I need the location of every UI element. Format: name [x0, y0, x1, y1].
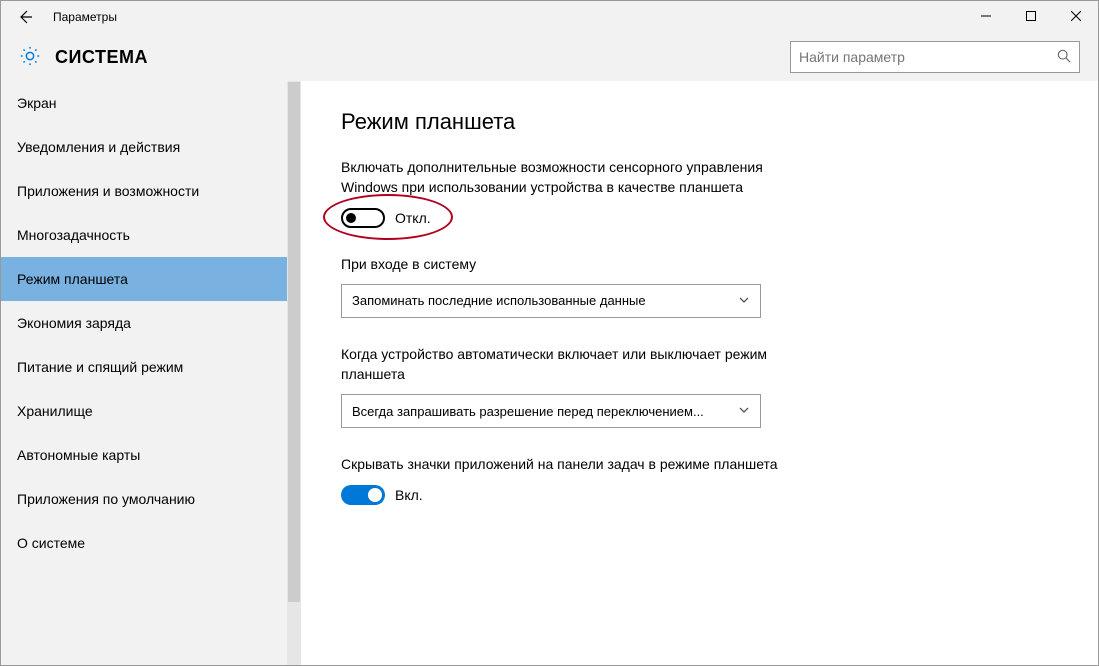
maximize-button[interactable] — [1008, 1, 1053, 31]
toggle-tablet-touch-row: Откл. — [341, 208, 431, 228]
chevron-down-icon — [738, 403, 750, 419]
window-title: Параметры — [53, 10, 117, 24]
close-icon — [1071, 11, 1081, 21]
sidebar-scrollbar[interactable] — [287, 81, 301, 665]
search-icon — [1057, 49, 1071, 66]
close-button[interactable] — [1053, 1, 1098, 31]
search-input[interactable] — [799, 49, 1057, 65]
select-signin-behavior[interactable]: Запоминать последние использованные данн… — [341, 284, 761, 318]
header: СИСТЕМА — [1, 33, 1098, 81]
sidebar-item-storage[interactable]: Хранилище — [1, 389, 301, 433]
toggle-knob — [368, 488, 382, 502]
sidebar-item-apps[interactable]: Приложения и возможности — [1, 169, 301, 213]
sidebar-item-multitasking[interactable]: Многозадачность — [1, 213, 301, 257]
sidebar-item-notifications[interactable]: Уведомления и действия — [1, 125, 301, 169]
setting-signin-label: При входе в систему — [341, 254, 781, 274]
sidebar-item-offline-maps[interactable]: Автономные карты — [1, 433, 301, 477]
sidebar-item-default-apps[interactable]: Приложения по умолчанию — [1, 477, 301, 521]
toggle-tablet-touch-state: Откл. — [395, 210, 431, 226]
header-title: СИСТЕМА — [55, 47, 148, 68]
minimize-icon — [981, 11, 991, 21]
toggle-hide-icons-state: Вкл. — [395, 487, 423, 503]
select-auto-switch[interactable]: Всегда запрашивать разрешение перед пере… — [341, 394, 761, 428]
page-title: Режим планшета — [341, 109, 1058, 135]
gear-icon — [19, 45, 41, 70]
sidebar-item-screen[interactable]: Экран — [1, 81, 301, 125]
minimize-button[interactable] — [963, 1, 1008, 31]
search-box[interactable] — [790, 41, 1080, 73]
toggle-tablet-touch[interactable] — [341, 208, 385, 228]
setting-hide-icons-label: Скрывать значки приложений на панели зад… — [341, 454, 781, 474]
select-signin-value: Запоминать последние использованные данн… — [352, 293, 738, 308]
chevron-down-icon — [738, 293, 750, 309]
sidebar-item-about[interactable]: О системе — [1, 521, 301, 565]
title-bar: Параметры — [1, 1, 1098, 33]
toggle-hide-icons-row: Вкл. — [341, 485, 1058, 505]
toggle-hide-icons[interactable] — [341, 485, 385, 505]
toggle-knob — [346, 213, 356, 223]
maximize-icon — [1026, 11, 1036, 21]
sidebar: Экран Уведомления и действия Приложения … — [1, 81, 301, 665]
sidebar-item-tablet-mode[interactable]: Режим планшета — [1, 257, 301, 301]
setting-tablet-touch-label: Включать дополнительные возможности сенс… — [341, 157, 781, 198]
setting-auto-switch-label: Когда устройство автоматически включает … — [341, 344, 781, 385]
content-area: Режим планшета Включать дополнительные в… — [301, 81, 1098, 665]
sidebar-scrollbar-thumb[interactable] — [288, 82, 300, 602]
back-button[interactable] — [1, 1, 49, 33]
sidebar-item-battery[interactable]: Экономия заряда — [1, 301, 301, 345]
select-auto-switch-value: Всегда запрашивать разрешение перед пере… — [352, 404, 738, 419]
back-arrow-icon — [17, 9, 33, 25]
sidebar-item-power[interactable]: Питание и спящий режим — [1, 345, 301, 389]
